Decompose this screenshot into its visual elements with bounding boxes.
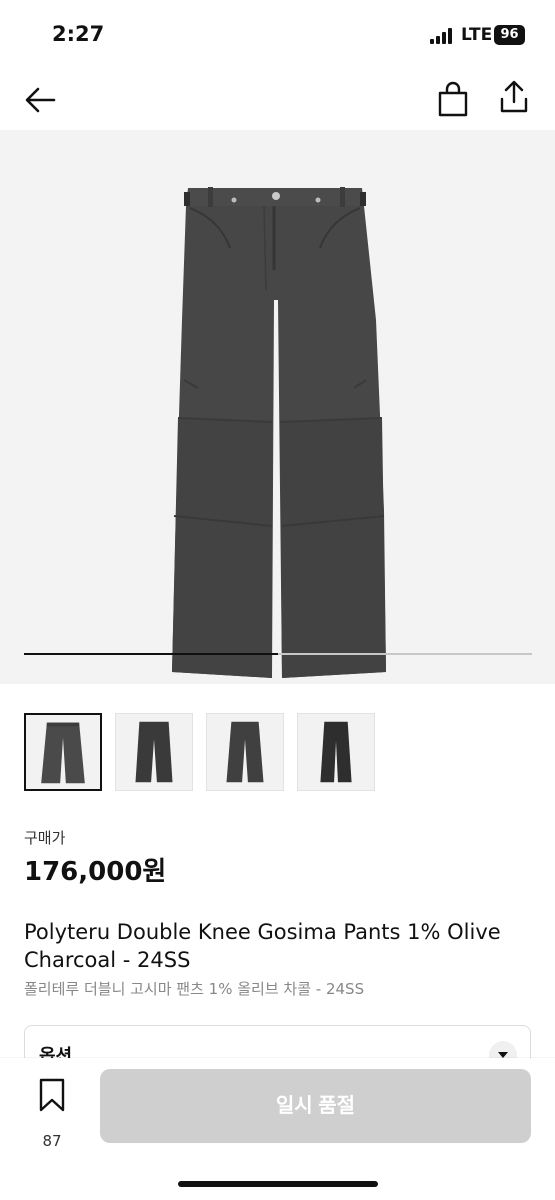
battery-icon: 96 (494, 25, 525, 45)
bookmark-icon (39, 1078, 65, 1112)
sold-out-button[interactable]: 일시 품절 (100, 1069, 531, 1143)
bookmark-count: 87 (42, 1132, 62, 1150)
nav-bar (0, 70, 555, 130)
network-label: LTE (461, 25, 493, 45)
product-image[interactable] (150, 180, 410, 680)
gallery-progress-track (24, 653, 532, 655)
product-gallery[interactable] (0, 130, 555, 684)
status-bar: 2:27 LTE 96 (0, 0, 555, 70)
thumbnail-1[interactable] (24, 713, 102, 791)
bottom-action-bar: 87 일시 품절 (0, 1058, 555, 1200)
gallery-progress-fill (24, 653, 278, 655)
product-title: Polyteru Double Knee Gosima Pants 1% Oli… (24, 920, 501, 972)
status-time: 2:27 (52, 22, 105, 46)
share-icon[interactable] (495, 78, 533, 116)
thumbnail-3[interactable] (206, 713, 284, 791)
arrow-left-icon[interactable] (20, 80, 60, 120)
thumbnail-2[interactable] (115, 713, 193, 791)
bookmark-button[interactable]: 87 (24, 1078, 80, 1150)
product-subtitle: 폴리테루 더블니 고시마 팬츠 1% 올리브 차콜 - 24SS (24, 980, 365, 998)
price-value: 176,000원 (24, 857, 167, 887)
signal-icon (430, 28, 456, 44)
thumbnail-4[interactable] (297, 713, 375, 791)
shopping-bag-icon[interactable] (434, 80, 472, 118)
home-indicator (178, 1181, 378, 1187)
price-label: 구매가 (24, 829, 66, 847)
